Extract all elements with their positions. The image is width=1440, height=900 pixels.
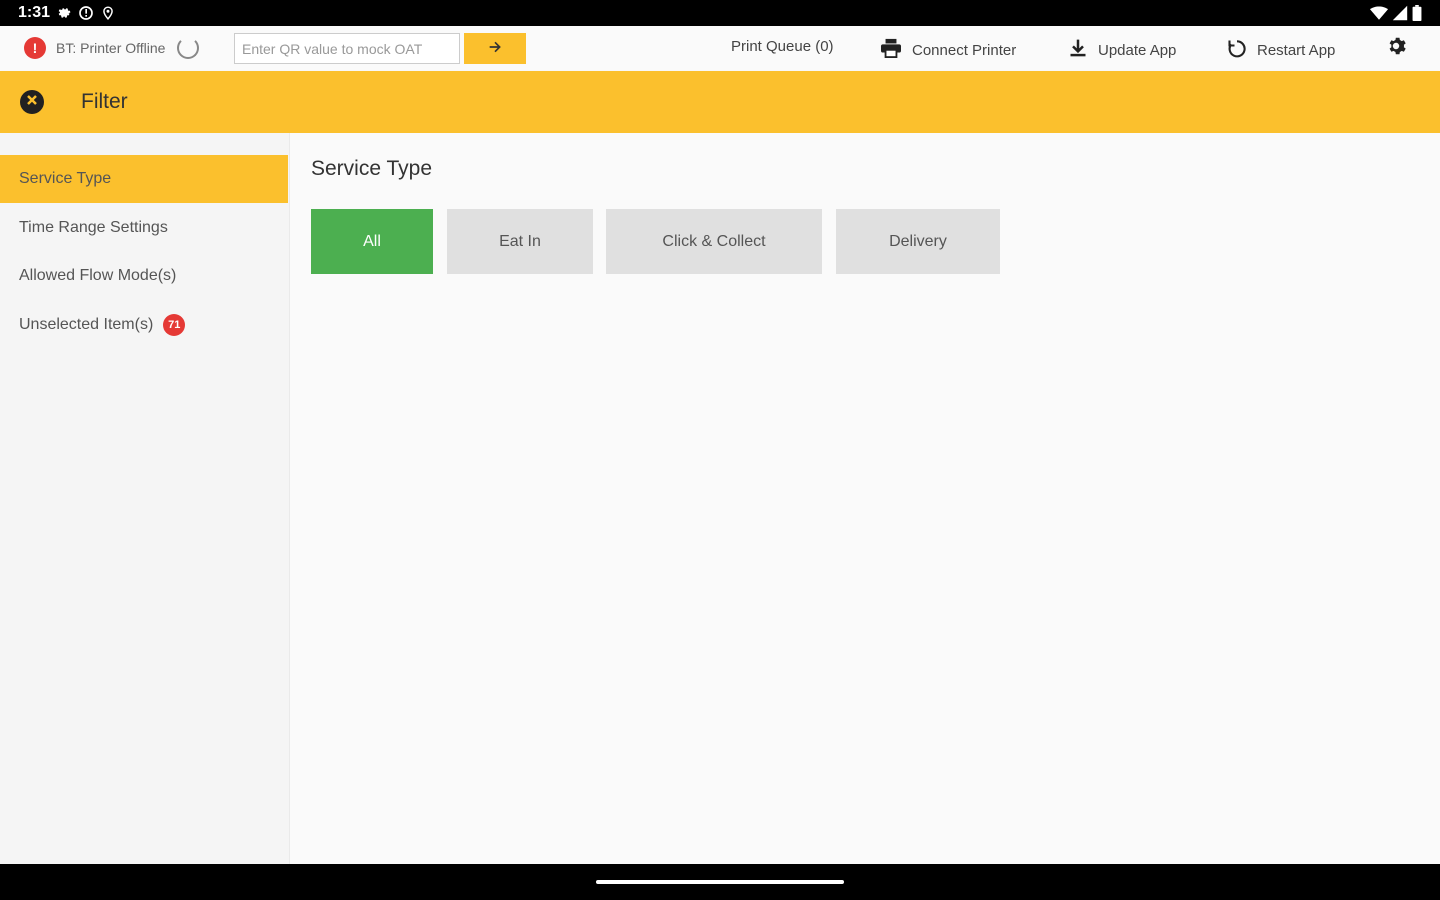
bt-status: ! BT: Printer Offline <box>24 37 200 59</box>
home-gesture-handle[interactable] <box>596 880 844 884</box>
alert-circle-icon <box>78 5 94 21</box>
sidebar-item-allowed-flow-modes[interactable]: Allowed Flow Mode(s) <box>0 252 288 300</box>
service-type-all-option[interactable]: All <box>311 209 433 274</box>
wifi-icon <box>1370 5 1388 26</box>
gear-icon <box>1385 35 1407 62</box>
status-time: 1:31 <box>18 4 51 21</box>
option-label: All <box>363 232 381 250</box>
sidebar-item-unselected-items[interactable]: Unselected Item(s) 71 <box>0 301 288 349</box>
settings-button[interactable] <box>1384 36 1408 60</box>
section-title: Service Type <box>311 157 433 180</box>
update-app-label: Update App <box>1098 41 1177 59</box>
loading-spinner-icon <box>177 37 200 59</box>
option-label: Eat In <box>499 232 541 250</box>
page-title: Filter <box>81 90 128 113</box>
qr-submit-button[interactable] <box>464 33 526 64</box>
settings-gear-icon <box>56 5 72 21</box>
sidebar-item-label: Service Type <box>19 170 112 187</box>
close-filter-button[interactable] <box>20 90 44 114</box>
printer-icon <box>880 38 902 62</box>
cellular-signal-icon <box>1392 5 1408 26</box>
service-type-eat-in-option[interactable]: Eat In <box>447 209 593 274</box>
status-bar: 1:31 <box>0 0 1440 26</box>
download-icon <box>1068 38 1088 62</box>
filter-header: Filter <box>0 71 1440 133</box>
print-queue-label: Print Queue (0) <box>731 38 834 55</box>
qr-mock-input[interactable] <box>234 33 460 64</box>
unselected-count-badge: 71 <box>163 314 186 336</box>
option-label: Delivery <box>889 232 947 250</box>
location-icon <box>100 5 116 21</box>
navigation-bar <box>0 864 1440 900</box>
sidebar-item-time-range-settings[interactable]: Time Range Settings <box>0 204 288 252</box>
restart-app-label: Restart App <box>1257 41 1336 59</box>
close-icon <box>26 93 38 111</box>
sidebar-item-label: Allowed Flow Mode(s) <box>19 267 177 284</box>
option-label: Click & Collect <box>662 232 766 250</box>
sidebar-item-service-type[interactable]: Service Type <box>0 155 288 203</box>
arrow-right-icon <box>487 39 503 58</box>
print-queue-button[interactable]: Print Queue (0) <box>731 38 834 55</box>
service-type-delivery-option[interactable]: Delivery <box>836 209 1000 274</box>
restart-app-button[interactable]: Restart App <box>1227 38 1335 62</box>
filter-sidebar: Service Type Time Range Settings Allowed… <box>0 133 290 864</box>
printer-offline-alert-icon: ! <box>24 37 46 59</box>
update-app-button[interactable]: Update App <box>1068 38 1176 62</box>
app-toolbar: ! BT: Printer Offline Print Queue (0) Co… <box>0 26 1440 71</box>
battery-icon <box>1412 5 1422 26</box>
service-type-click-collect-option[interactable]: Click & Collect <box>606 209 822 274</box>
sidebar-item-label: Time Range Settings <box>19 219 168 236</box>
filter-content: Service Type All Eat In Click & Collect … <box>290 133 1440 864</box>
bt-status-label: BT: Printer Offline <box>56 40 166 56</box>
connect-printer-button[interactable]: Connect Printer <box>880 38 1016 62</box>
status-bar-right <box>1370 5 1422 26</box>
sidebar-item-label: Unselected Item(s) <box>19 316 154 333</box>
status-bar-left: 1:31 <box>18 4 116 22</box>
connect-printer-label: Connect Printer <box>912 41 1017 59</box>
restart-icon <box>1227 38 1247 62</box>
